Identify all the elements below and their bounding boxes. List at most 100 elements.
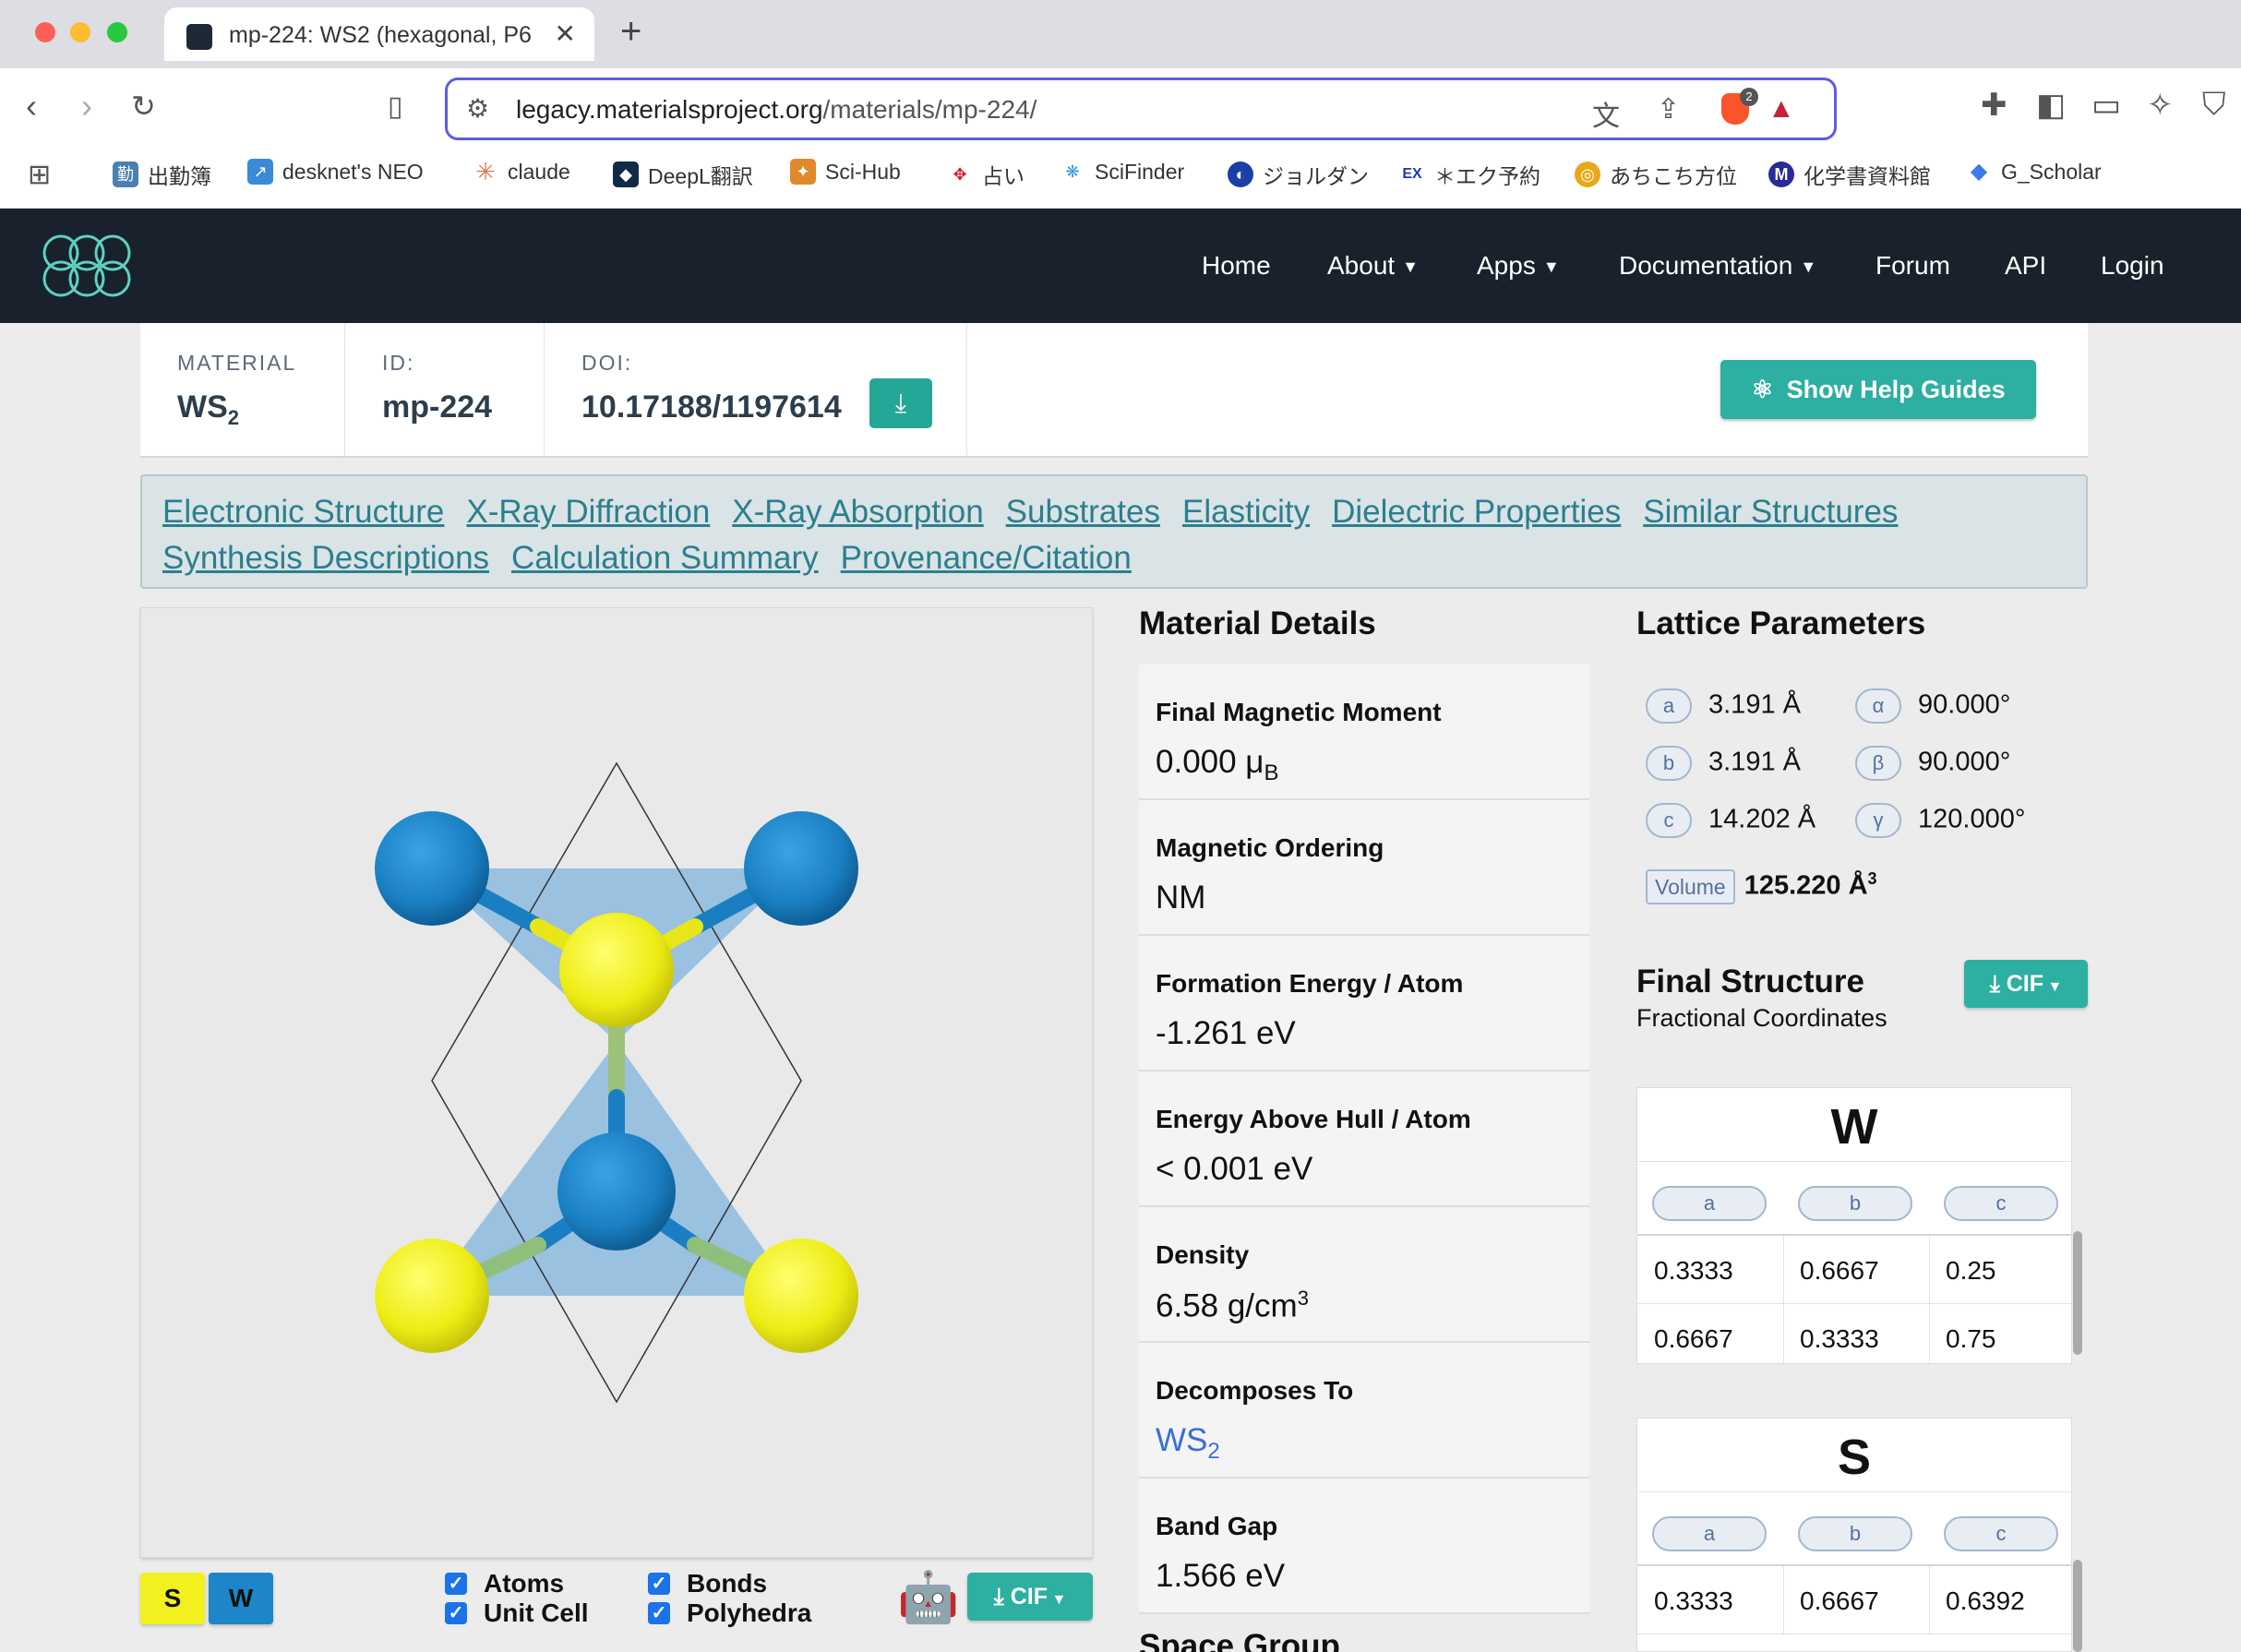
deepl-icon: ◆ — [613, 162, 639, 187]
coord-b: 0.3333 — [1800, 1324, 1879, 1353]
show-help-guides-button[interactable]: ⚛ Show Help Guides — [1720, 360, 2036, 419]
extensions-icon[interactable]: ✚ — [1981, 87, 2007, 124]
bookmark-item[interactable]: ◆ G_Scholar — [1966, 159, 2102, 185]
link-x-ray-absorption[interactable]: X-Ray Absorption — [732, 489, 983, 535]
link-provenance-citation[interactable]: Provenance/Citation — [841, 535, 1132, 581]
link-x-ray-diffraction[interactable]: X-Ray Diffraction — [466, 489, 710, 535]
atom-w[interactable] — [375, 811, 489, 926]
apps-grid-icon[interactable]: ⊞ — [28, 159, 51, 191]
bookmark-icon[interactable]: ▯ — [388, 90, 403, 123]
bookmark-item[interactable]: M 化学書資料館 — [1768, 159, 1931, 190]
sidebar-icon[interactable]: ◧ — [2036, 87, 2066, 124]
nav-api[interactable]: API — [2005, 251, 2046, 281]
coord-a: 0.3333 — [1654, 1586, 1733, 1615]
tab-close-icon[interactable]: ✕ — [555, 18, 576, 49]
lattice-param-a: a 3.191 Å — [1646, 688, 1801, 724]
column-a-pill[interactable]: a — [1652, 1186, 1767, 1221]
divider — [1783, 1236, 1784, 1304]
link-elasticity[interactable]: Elasticity — [1182, 489, 1310, 535]
final-structure-title: Final Structure — [1636, 964, 1864, 1000]
nav-login[interactable]: Login — [2101, 251, 2164, 281]
element-toggle-s[interactable]: S — [140, 1573, 205, 1624]
bookmark-item[interactable]: ✥ 占い — [947, 159, 1025, 190]
share-icon[interactable]: ⇪ — [1657, 93, 1680, 126]
claude-icon: ✳ — [475, 158, 496, 186]
bookmark-item[interactable]: ↗ desknet's NEO — [247, 159, 424, 185]
chevron-down-icon: ▼ — [1402, 257, 1419, 277]
bookmark-item[interactable]: ✳ claude — [473, 159, 570, 185]
bookmark-item[interactable]: 勤出勤簿 — [113, 159, 211, 190]
nav-apps[interactable]: Apps ▼ — [1477, 251, 1560, 281]
leo-ai-icon[interactable]: ✧ — [2147, 87, 2174, 124]
link-electronic-structure[interactable]: Electronic Structure — [162, 489, 444, 535]
bookmark-item[interactable]: EX ＊エク予約 — [1399, 159, 1540, 190]
reload-icon[interactable]: ↻ — [131, 89, 156, 124]
site-settings-icon[interactable]: ⚙ — [466, 93, 489, 124]
compass-icon: ◎ — [1575, 162, 1600, 187]
lattice-param-beta: β 90.000° — [1855, 746, 2010, 781]
column-c-pill[interactable]: c — [1944, 1186, 2058, 1221]
browser-tab[interactable]: mp-224: WS2 (hexagonal, P6 ✕ — [164, 7, 594, 61]
doi-download-button[interactable]: ⤓ — [869, 378, 932, 428]
url-path: /materials/mp-224/ — [822, 95, 1037, 124]
polyhedra-checkbox[interactable]: ✓ Polyhedra — [648, 1598, 811, 1628]
atom-s[interactable] — [559, 913, 674, 1027]
column-c-pill[interactable]: c — [1944, 1516, 2058, 1551]
material-details-list: Final Magnetic Moment 0.000 μB Magnetic … — [1139, 664, 1589, 1614]
atoms-checkbox[interactable]: ✓ Atoms — [445, 1569, 564, 1598]
nav-documentation[interactable]: Documentation ▼ — [1619, 251, 1816, 281]
nav-forum[interactable]: Forum — [1875, 251, 1950, 281]
link-similar-structures[interactable]: Similar Structures — [1643, 489, 1898, 535]
window-close-button[interactable] — [35, 22, 55, 42]
structure-viewer[interactable] — [140, 607, 1093, 1558]
gscholar-icon: ◆ — [1970, 159, 1988, 184]
robot-icon[interactable]: 🤖 — [897, 1569, 959, 1627]
viewer-controls: S W ✓ Atoms ✓ Unit Cell ✓ Bonds ✓ Polyhedra … — [140, 1569, 1093, 1652]
table-scrollbar[interactable] — [2073, 1560, 2082, 1652]
atom-s[interactable] — [375, 1239, 489, 1353]
column-b-pill[interactable]: b — [1798, 1516, 1912, 1551]
wallet-icon[interactable]: ▭ — [2091, 87, 2121, 124]
brave-rewards-icon[interactable]: ▲ — [1768, 93, 1795, 125]
back-icon[interactable]: ‹ — [26, 87, 37, 126]
material-label: MATERIAL — [177, 351, 297, 375]
bookmark-item[interactable]: ◎ あちこち方位 — [1575, 159, 1737, 190]
viewer-cif-download-button[interactable]: ⤓ CIF ▼ — [967, 1573, 1093, 1621]
chevron-down-icon: ▼ — [1048, 1592, 1067, 1608]
unit-cell-checkbox[interactable]: ✓ Unit Cell — [445, 1598, 589, 1628]
fortune-icon: ✥ — [953, 165, 967, 184]
bonds-checkbox[interactable]: ✓ Bonds — [648, 1569, 767, 1598]
nav-home[interactable]: Home — [1202, 251, 1271, 281]
atom-s[interactable] — [744, 1239, 858, 1353]
address-bar[interactable]: ⚙ legacy.materialsproject.org/materials/… — [445, 78, 1837, 140]
link-calculation-summary[interactable]: Calculation Summary — [511, 535, 819, 581]
bookmark-item[interactable]: ◐ ジョルダン — [1228, 159, 1369, 190]
bookmark-item[interactable]: ❋ SciFinder — [1060, 159, 1184, 185]
link-synthesis-descriptions[interactable]: Synthesis Descriptions — [162, 535, 489, 581]
jorudan-icon: ◐ — [1228, 162, 1253, 187]
materials-project-logo-icon[interactable] — [33, 225, 140, 311]
atom-w[interactable] — [744, 811, 858, 926]
scifinder-icon: ❋ — [1065, 162, 1080, 181]
column-a-pill[interactable]: a — [1652, 1516, 1767, 1551]
vpn-icon[interactable]: ⛉ — [2202, 87, 2226, 123]
divider — [1783, 1566, 1784, 1634]
site-element-heading: S — [1637, 1419, 2071, 1492]
link-dielectric-properties[interactable]: Dielectric Properties — [1332, 489, 1621, 535]
decomposes-to-link[interactable]: WS2 — [1156, 1422, 1573, 1465]
crystal-structure-graphic[interactable] — [141, 608, 1094, 1559]
forward-icon[interactable]: › — [81, 87, 92, 126]
nav-about[interactable]: About ▼ — [1327, 251, 1419, 281]
atom-w[interactable] — [557, 1132, 676, 1251]
bookmark-item[interactable]: ✦ Sci-Hub — [790, 159, 901, 185]
window-minimize-button[interactable] — [70, 22, 90, 42]
new-tab-button[interactable]: + — [620, 11, 641, 53]
link-substrates[interactable]: Substrates — [1006, 489, 1160, 535]
column-b-pill[interactable]: b — [1798, 1186, 1912, 1221]
window-maximize-button[interactable] — [107, 22, 127, 42]
structure-cif-download-button[interactable]: ⤓ CIF ▼ — [1964, 960, 2088, 1008]
element-toggle-w[interactable]: W — [209, 1573, 273, 1624]
table-scrollbar[interactable] — [2073, 1231, 2082, 1355]
bookmark-item[interactable]: ◆ DeepL翻訳 — [613, 159, 753, 190]
translate-icon[interactable]: 文 — [1592, 93, 1620, 134]
